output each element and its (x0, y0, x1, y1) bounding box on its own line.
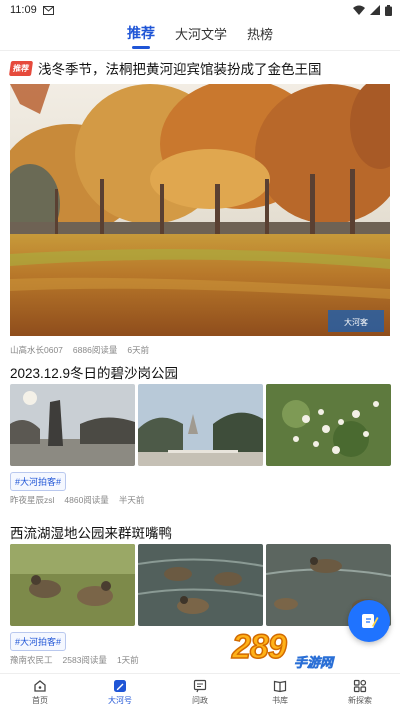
nav-home[interactable]: 首页 (0, 674, 80, 711)
article-card[interactable]: 推荐 浅冬季节，法桐把黄河迎宾馆装扮成了金色王国 大河客 山高水长0607 68… (0, 54, 400, 355)
nav-library-label: 书库 (272, 696, 288, 705)
status-time: 11:09 (10, 4, 37, 16)
compose-post-button[interactable] (348, 600, 390, 642)
recommend-badge: 推荐 (8, 60, 34, 76)
article-title[interactable]: 浅冬季节，法桐把黄河迎宾馆装扮成了金色王国 (38, 58, 322, 78)
pen-icon (114, 680, 126, 692)
article-time: 半天前 (118, 495, 145, 505)
article-image-grid (10, 384, 391, 466)
article-thumbnail[interactable] (138, 544, 263, 626)
article-image-grid (10, 544, 391, 626)
article-reads: 2583阅读量 (62, 655, 107, 665)
article-cover-image[interactable]: 大河客 (10, 84, 390, 336)
article-title-row[interactable]: 西流湖湿地公园来群斑嘴鸭 (10, 522, 172, 542)
wifi-icon (353, 5, 365, 15)
article-meta: 豫南农民工 2583阅读量 1天前 (10, 654, 139, 666)
nav-home-label: 首页 (32, 696, 48, 705)
article-time: 1天前 (116, 655, 139, 665)
message-icon (193, 679, 207, 693)
nav-wenzheng-label: 问政 (192, 696, 208, 705)
topic-tag[interactable]: #大河拍客# (10, 472, 67, 491)
article-title-row[interactable]: 推荐 浅冬季节，法桐把黄河迎宾馆装扮成了金色王国 (8, 58, 322, 78)
top-tab-bar: 推荐 大河文学 热榜 (0, 16, 400, 50)
home-icon (34, 680, 46, 692)
grid-icon (353, 679, 367, 693)
tab-recommend[interactable]: 推荐 (125, 17, 157, 49)
nav-explore-label: 新探索 (348, 696, 372, 705)
article-thumbnail[interactable] (138, 384, 263, 466)
book-icon (273, 680, 287, 693)
edit-icon (362, 614, 379, 628)
article-feed[interactable]: 推荐 浅冬季节，法桐把黄河迎宾馆装扮成了金色王国 大河客 山高水长0607 68… (0, 54, 400, 673)
article-thumbnail[interactable] (10, 384, 135, 466)
article-reads: 4860阅读量 (64, 495, 109, 505)
article-title[interactable]: 2023.12.9冬日的碧沙岗公园 (10, 362, 178, 382)
svg-text:大河客: 大河客 (344, 317, 368, 327)
nav-dahe-account[interactable]: 大河号 (80, 674, 160, 711)
signal-icon (370, 5, 380, 15)
topic-tag[interactable]: #大河拍客# (10, 632, 67, 651)
article-thumbnail[interactable] (10, 544, 135, 626)
article-thumbnail[interactable] (266, 384, 391, 466)
nav-wenzheng[interactable]: 问政 (160, 674, 240, 711)
article-meta: 昨夜星辰zsl 4860阅读量 半天前 (10, 494, 144, 506)
battery-icon (385, 4, 392, 16)
article-author[interactable]: 昨夜星辰zsl (10, 494, 54, 506)
article-title-row[interactable]: 2023.12.9冬日的碧沙岗公园 (10, 362, 178, 382)
tab-divider (0, 50, 400, 51)
mail-icon (42, 5, 54, 15)
nav-dahe-account-label: 大河号 (108, 696, 132, 705)
article-author[interactable]: 豫南农民工 (10, 654, 53, 666)
article-card[interactable]: 西流湖湿地公园来群斑嘴鸭 #大河拍客# 豫南农民工 2583阅读量 1天前 (0, 514, 400, 673)
nav-explore[interactable]: 新探索 (320, 674, 400, 711)
bottom-nav: 首页 大河号 问政 书库 新探索 (0, 673, 400, 711)
tab-hot-list[interactable]: 热榜 (245, 18, 275, 49)
article-card[interactable]: 2023.12.9冬日的碧沙岗公园 #大河拍客# 昨夜星辰zsl 4860阅读量… (0, 354, 400, 514)
nav-library[interactable]: 书库 (240, 674, 320, 711)
tab-dahe-literature[interactable]: 大河文学 (173, 18, 229, 49)
article-title[interactable]: 西流湖湿地公园来群斑嘴鸭 (10, 522, 172, 542)
